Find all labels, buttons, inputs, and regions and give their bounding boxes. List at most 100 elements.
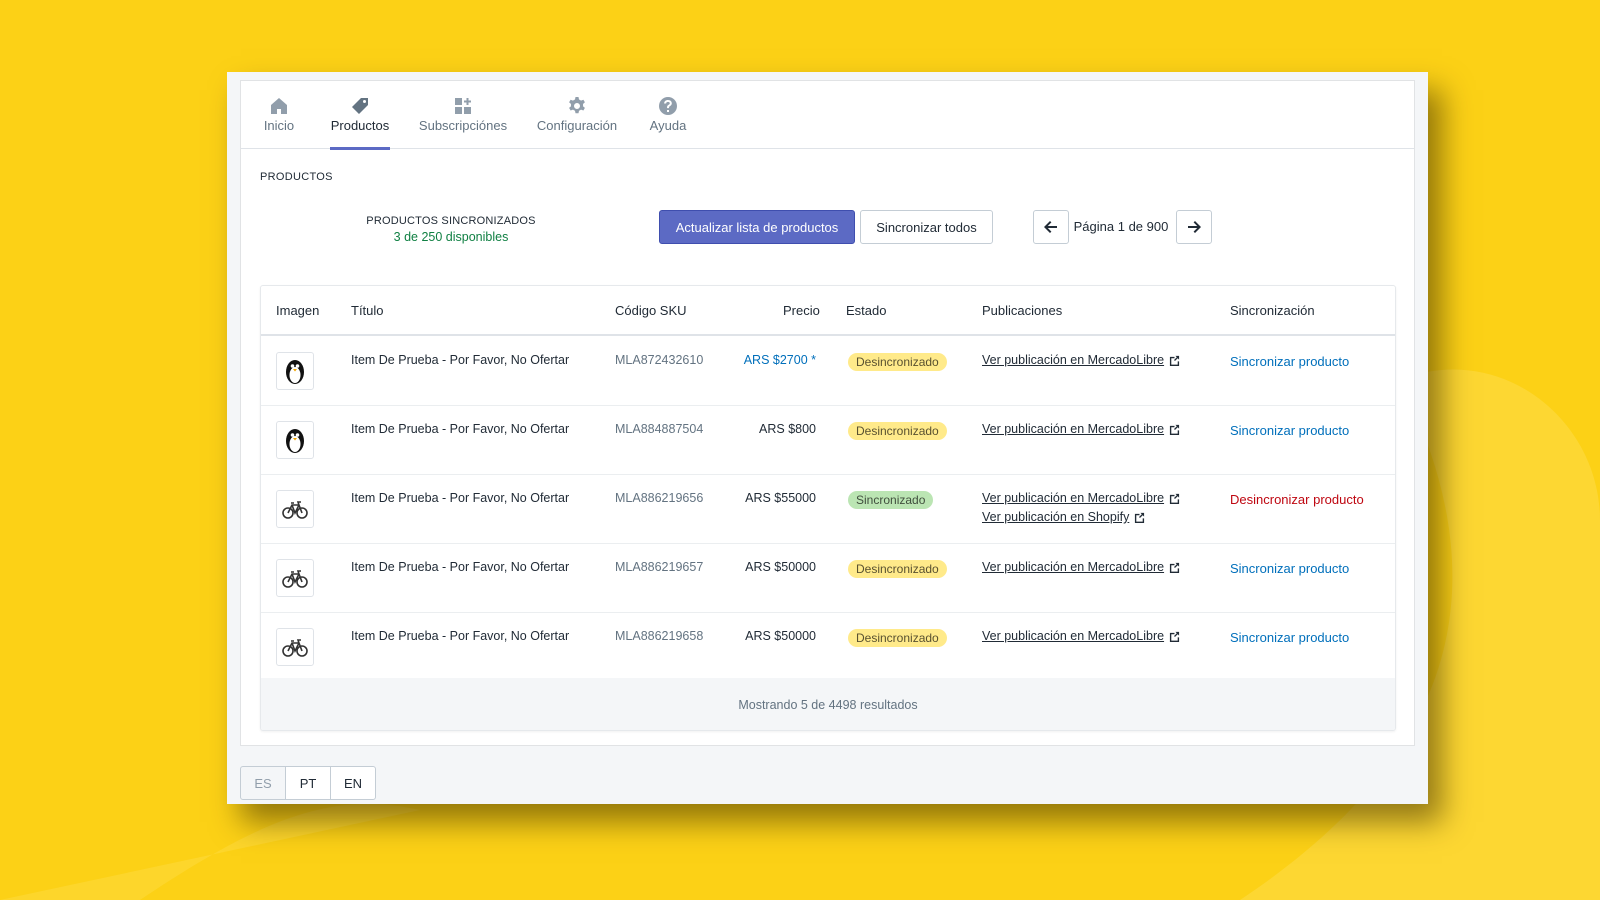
external-link-icon [1135,512,1145,523]
shopify-link[interactable]: Ver publicación en Shopify [982,510,1145,524]
link-label: Ver publicación en MercadoLibre [982,491,1165,505]
nav-item-label: Ayuda [649,118,687,133]
unsync-product-button[interactable]: Desincronizar producto [1230,492,1364,507]
product-thumbnail [276,421,314,459]
link-label: Ver publicación en MercadoLibre [982,629,1165,643]
product-thumbnail [276,352,314,390]
status-badge: Desincronizado [848,629,947,647]
sync-summary-label: PRODUCTOS SINCRONIZADOS [366,215,536,227]
status-badge: Sincronizado [848,491,934,509]
gear-icon [569,97,585,114]
link-label: Ver publicación en MercadoLibre [982,422,1165,436]
tag-icon [352,98,368,114]
column-header-sync: Sincronización [1230,303,1315,318]
external-link-icon [1169,493,1180,504]
nav-item-productos[interactable]: Productos [330,81,390,150]
products-table: Imagen Título Código SKU Precio Estado P… [260,285,1396,731]
product-title: Item De Prueba - Por Favor, No Ofertar [351,491,570,505]
status-badge: Desincronizado [848,353,947,371]
bicycle-icon [282,570,308,588]
product-sku: MLA886219658 [615,629,704,643]
product-title: Item De Prueba - Por Favor, No Ofertar [351,353,570,367]
product-price: ARS $50000 [745,629,816,643]
section-title: PRODUCTOS [260,171,333,183]
next-page-button[interactable] [1176,210,1212,244]
main-card: Inicio Productos Subscripciónes Configur… [240,80,1415,746]
table-row: Item De Prueba - Por Favor, No Ofertar M… [261,406,1395,475]
table-header: Imagen Título Código SKU Precio Estado P… [261,286,1395,336]
nav-item-label: Subscripciónes [418,118,508,133]
app-window: Inicio Productos Subscripciónes Configur… [227,72,1428,804]
sync-summary-count: 3 de 250 disponibles [393,230,509,244]
penguin-icon [286,429,304,453]
product-title: Item De Prueba - Por Favor, No Ofertar [351,560,570,574]
external-link-icon [1169,424,1180,435]
prev-page-button[interactable] [1033,210,1069,244]
nav-item-ayuda[interactable]: Ayuda [648,81,688,149]
home-icon [271,98,287,114]
product-price: ARS $50000 [745,560,816,574]
column-header-title: Título [351,303,384,318]
sync-all-button[interactable]: Sincronizar todos [860,210,993,244]
product-thumbnail [276,559,314,597]
top-navigation: Inicio Productos Subscripciónes Configur… [241,81,1414,150]
product-price: ARS $800 [759,422,816,436]
sync-summary: PRODUCTOS SINCRONIZADOS 3 de 250 disponi… [341,215,561,244]
nav-item-inicio[interactable]: Inicio [261,81,297,149]
apps-icon [455,98,471,114]
column-header-price: Precio [783,303,820,318]
sync-product-button[interactable]: Sincronizar producto [1230,561,1349,576]
column-header-publications: Publicaciones [982,303,1063,318]
table-row: Item De Prueba - Por Favor, No Ofertar M… [261,613,1395,682]
product-sku: MLA886219657 [615,560,704,574]
external-link-icon [1169,631,1180,642]
language-button-pt[interactable]: PT [285,766,331,800]
product-sku: MLA886219656 [615,491,704,505]
nav-item-label: Inicio [263,118,295,133]
mercadolibre-link[interactable]: Ver publicación en MercadoLibre [982,629,1180,643]
product-price: ARS $55000 [745,491,816,505]
external-link-icon [1169,355,1180,366]
product-price[interactable]: ARS $2700 * [726,353,816,367]
product-thumbnail [276,628,314,666]
pagination-text: Página 1 de 900 [1073,219,1169,234]
product-sku: MLA884887504 [615,422,704,436]
mercadolibre-link[interactable]: Ver publicación en MercadoLibre [982,422,1180,436]
link-label: Ver publicación en MercadoLibre [982,560,1165,574]
mercadolibre-link[interactable]: Ver publicación en MercadoLibre [982,491,1180,505]
penguin-icon [286,360,304,384]
product-thumbnail [276,490,314,528]
external-link-icon [1169,562,1180,573]
column-header-status: Estado [846,303,887,318]
help-icon [659,97,677,115]
arrow-left-icon [1044,221,1057,233]
arrow-right-icon [1188,221,1201,233]
product-sku: MLA872432610 [615,353,704,367]
sync-product-button[interactable]: Sincronizar producto [1230,423,1349,438]
column-header-image: Imagen [276,303,320,318]
sync-product-button[interactable]: Sincronizar producto [1230,630,1349,645]
product-title: Item De Prueba - Por Favor, No Ofertar [351,629,570,643]
sync-product-button[interactable]: Sincronizar producto [1230,354,1349,369]
status-badge: Desincronizado [848,422,947,440]
bicycle-icon [282,501,308,519]
language-selector: ES PT EN [240,766,376,800]
bicycle-icon [282,639,308,657]
table-row: Item De Prueba - Por Favor, No Ofertar M… [261,475,1395,544]
link-label: Ver publicación en MercadoLibre [982,353,1165,367]
language-button-en[interactable]: EN [330,766,376,800]
product-title: Item De Prueba - Por Favor, No Ofertar [351,422,570,436]
link-label: Ver publicación en Shopify [982,510,1130,524]
nav-item-label: Productos [330,118,390,133]
table-row: Item De Prueba - Por Favor, No Ofertar M… [261,544,1395,613]
mercadolibre-link[interactable]: Ver publicación en MercadoLibre [982,560,1180,574]
refresh-products-button[interactable]: Actualizar lista de productos [659,210,855,244]
nav-item-label: Configuración [536,118,618,133]
nav-item-subscripciones[interactable]: Subscripciónes [419,81,507,149]
column-header-sku: Código SKU [615,303,687,318]
table-row: Item De Prueba - Por Favor, No Ofertar M… [261,337,1395,406]
mercadolibre-link[interactable]: Ver publicación en MercadoLibre [982,353,1180,367]
nav-item-configuracion[interactable]: Configuración [535,81,619,149]
language-button-es[interactable]: ES [240,766,286,800]
status-badge: Desincronizado [848,560,947,578]
